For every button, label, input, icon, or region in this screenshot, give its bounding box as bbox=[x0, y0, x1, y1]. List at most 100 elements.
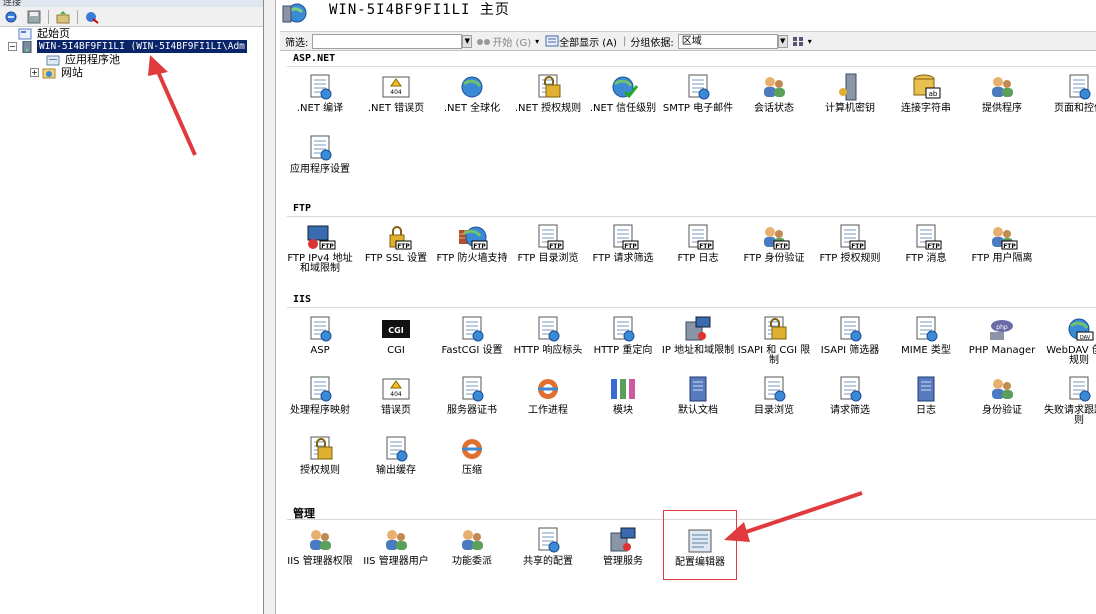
feature-net-compile[interactable]: .NET 编译 bbox=[283, 72, 357, 128]
go-button[interactable]: 开始 (G) bbox=[476, 34, 531, 49]
section-divider bbox=[287, 307, 1096, 308]
feature-label: 身份验证 bbox=[982, 405, 1022, 416]
feature-mime[interactable]: MIME 类型 bbox=[889, 314, 963, 370]
feature-req-filter[interactable]: 请求筛选 bbox=[813, 374, 887, 430]
feature-label: PHP Manager bbox=[968, 345, 1036, 356]
feature-handler[interactable]: 处理程序映射 bbox=[283, 374, 357, 430]
feature-label: 连接字符串 bbox=[901, 103, 951, 114]
error-404-icon: 404 bbox=[382, 76, 410, 98]
view-mode-button[interactable]: ▾ bbox=[792, 35, 812, 47]
feature-shared-config[interactable]: 共享的配置 bbox=[511, 525, 585, 581]
groupby-select[interactable]: 区域 bbox=[677, 33, 778, 49]
feature-redirect[interactable]: HTTP 重定向 bbox=[586, 314, 660, 370]
up-icon[interactable] bbox=[55, 10, 71, 24]
feature-ftp-msg[interactable]: FTP FTP 消息 bbox=[889, 222, 963, 278]
php-icon: php bbox=[990, 320, 1013, 340]
session-icon bbox=[764, 77, 785, 97]
feature-php[interactable]: php PHP Manager bbox=[965, 314, 1039, 370]
feature-http-headers[interactable]: HTTP 响应标头 bbox=[511, 314, 585, 370]
feature-app-settings[interactable]: 应用程序设置 bbox=[283, 133, 357, 189]
feature-error-404[interactable]: 404 .NET 错误页 bbox=[359, 72, 433, 128]
feature-label: MIME 类型 bbox=[901, 345, 951, 356]
feature-ftp-isolation[interactable]: FTP FTP 用户隔离 bbox=[965, 222, 1039, 278]
feature-session[interactable]: 会话状态 bbox=[737, 72, 811, 128]
filter-dropdown-icon[interactable]: ▼ bbox=[462, 34, 473, 48]
feature-ftp-authz[interactable]: FTP FTP 授权规则 bbox=[813, 222, 887, 278]
feature-provider[interactable]: 提供程序 bbox=[965, 72, 1039, 128]
expand-toggle[interactable]: + bbox=[30, 68, 39, 77]
svg-text:FTP: FTP bbox=[775, 243, 788, 250]
feature-isapi-filter[interactable]: ISAPI 筛选器 bbox=[813, 314, 887, 370]
ftp-ip-icon: FTP bbox=[307, 225, 336, 250]
connect-icon[interactable] bbox=[4, 10, 20, 24]
disconnect-icon[interactable] bbox=[84, 10, 100, 24]
feature-cert[interactable]: 服务器证书 bbox=[435, 374, 509, 430]
feature-label: 计算机密钥 bbox=[825, 103, 875, 114]
isapi-filter-icon bbox=[840, 316, 862, 342]
feature-lock-doc[interactable]: .NET 授权规则 bbox=[511, 72, 585, 128]
tree-item-sites[interactable]: + 网站 bbox=[30, 66, 85, 79]
feature-label: 压缩 bbox=[462, 465, 482, 476]
feature-ftp-browse[interactable]: FTP FTP 目录浏览 bbox=[511, 222, 585, 278]
ftp-filter-icon: FTP bbox=[613, 224, 639, 250]
feature-trust-globe[interactable]: .NET 信任级别 bbox=[586, 72, 660, 128]
feature-asp[interactable]: ASP bbox=[283, 314, 357, 370]
feature-modules[interactable]: 模块 bbox=[586, 374, 660, 430]
feature-ftp-ssl[interactable]: FTP FTP SSL 设置 bbox=[359, 222, 433, 278]
worker-icon bbox=[538, 379, 558, 399]
feature-label: 请求筛选 bbox=[830, 405, 870, 416]
feature-label: 授权规则 bbox=[300, 465, 340, 476]
save-icon[interactable] bbox=[26, 10, 42, 24]
feature-ftp-ip[interactable]: FTP FTP IPv4 地址和域限制 bbox=[283, 222, 357, 278]
ftp-firewall-icon: FTP bbox=[459, 226, 488, 250]
collapse-toggle[interactable]: − bbox=[8, 42, 17, 51]
tree-item-app-pools[interactable]: 应用程序池 bbox=[46, 53, 122, 66]
feature-delegation[interactable]: 功能委派 bbox=[435, 525, 509, 581]
filter-input[interactable] bbox=[312, 33, 463, 49]
feature-mgmt-service[interactable]: 管理服务 bbox=[586, 525, 660, 581]
feature-webdav[interactable]: DAV WebDAV 创作规则 bbox=[1042, 314, 1096, 370]
show-all-button[interactable]: 全部显示 (A) bbox=[545, 34, 617, 49]
feature-isapi-cgi[interactable]: ISAPI 和 CGI 限制 bbox=[737, 314, 811, 370]
feature-label: 会话状态 bbox=[754, 103, 794, 114]
feature-machine-key[interactable]: 计算机密钥 bbox=[813, 72, 887, 128]
feature-label: .NET 全球化 bbox=[443, 103, 501, 114]
compress-icon bbox=[462, 439, 482, 459]
feature-label: FTP 目录浏览 bbox=[517, 253, 579, 264]
feature-error-404[interactable]: 404 错误页 bbox=[359, 374, 433, 430]
feature-config-editor[interactable]: 配置编辑器 bbox=[663, 510, 737, 580]
feature-log[interactable]: 日志 bbox=[889, 374, 963, 430]
feature-default-doc[interactable]: 默认文档 bbox=[661, 374, 735, 430]
feature-pages[interactable]: 页面和控件 bbox=[1042, 72, 1096, 128]
go-dropdown-icon[interactable]: ▾ bbox=[535, 37, 539, 46]
feature-cgi[interactable]: CGI CGI bbox=[359, 314, 433, 370]
show-all-icon bbox=[545, 35, 559, 47]
groupby-dropdown-icon[interactable]: ▼ bbox=[777, 34, 788, 48]
feature-label: HTTP 重定向 bbox=[593, 345, 653, 356]
feature-ip-restrict[interactable]: IP 地址和域限制 bbox=[661, 314, 735, 370]
panel-splitter[interactable] bbox=[264, 0, 276, 614]
feature-smtp[interactable]: SMTP 电子邮件 bbox=[661, 72, 735, 128]
feature-failed-req[interactable]: 失败请求跟踪规则 bbox=[1042, 374, 1096, 430]
feature-ftp-firewall[interactable]: FTP FTP 防火墙支持 bbox=[435, 222, 509, 278]
feature-db-ab[interactable]: ab 连接字符串 bbox=[889, 72, 963, 128]
feature-auth[interactable]: 身份验证 bbox=[965, 374, 1039, 430]
tree-item-start-page[interactable]: 起始页 bbox=[18, 27, 72, 40]
section-divider bbox=[287, 216, 1096, 217]
feature-mgr-perm[interactable]: IIS 管理器权限 bbox=[283, 525, 357, 581]
feature-fastcgi[interactable]: FastCGI 设置 bbox=[435, 314, 509, 370]
feature-dir-browse[interactable]: 目录浏览 bbox=[737, 374, 811, 430]
tree-item-server[interactable]: − WIN-5I4BF9FI1LI (WIN-5I4BF9FI1LI\Adm bbox=[8, 40, 247, 53]
feature-globe[interactable]: .NET 全球化 bbox=[435, 72, 509, 128]
svg-text:DAV: DAV bbox=[1080, 335, 1091, 341]
feature-compress[interactable]: 压缩 bbox=[435, 434, 509, 490]
feature-authz[interactable]: 授权规则 bbox=[283, 434, 357, 490]
feature-label: 模块 bbox=[613, 405, 633, 416]
feature-output-cache[interactable]: 输出缓存 bbox=[359, 434, 433, 490]
feature-ftp-log[interactable]: FTP FTP 日志 bbox=[661, 222, 735, 278]
feature-ftp-filter[interactable]: FTP FTP 请求筛选 bbox=[586, 222, 660, 278]
feature-mgr-users[interactable]: IIS 管理器用户 bbox=[359, 525, 433, 581]
feature-ftp-auth[interactable]: FTP FTP 身份验证 bbox=[737, 222, 811, 278]
auth-icon bbox=[992, 379, 1013, 399]
feature-worker[interactable]: 工作进程 bbox=[511, 374, 585, 430]
